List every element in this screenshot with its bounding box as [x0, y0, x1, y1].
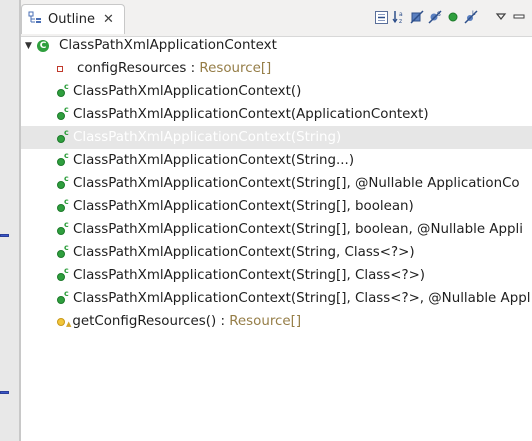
constructor-badge-icon: c [64, 197, 69, 206]
link-with-editor-icon[interactable] [482, 10, 490, 24]
method-label: getConfigResources() : Resource[] [72, 314, 302, 329]
tab-outline[interactable]: Outline ✕ [21, 4, 125, 34]
left-panel-edge [0, 0, 20, 441]
collapse-all-icon[interactable] [374, 10, 388, 24]
constructor-badge-icon: c [64, 174, 69, 183]
constructor-label: ClassPathXmlApplicationContext() [73, 84, 302, 99]
constructor-label: ClassPathXmlApplicationContext(String...… [73, 153, 355, 168]
tab-bar: Outline ✕ az S L [21, 0, 532, 37]
svg-text:a: a [399, 11, 403, 18]
outline-icon [28, 11, 42, 29]
chevron-down-icon[interactable]: ▼ [25, 41, 37, 51]
constructor-label: ClassPathXmlApplicationContext(String[],… [73, 199, 414, 214]
protected-method-icon [57, 317, 65, 326]
class-name: ClassPathXmlApplicationContext [59, 38, 277, 53]
constructor-badge-icon: c [64, 151, 69, 160]
outline-view: Outline ✕ az S L [20, 0, 532, 441]
view-toolbar: az S L [374, 8, 526, 26]
constructor-badge-icon: c [64, 289, 69, 298]
class-icon: C [37, 39, 49, 52]
overview-ruler-mark[interactable] [0, 234, 9, 237]
constructor-label: ClassPathXmlApplicationContext(String) [73, 130, 342, 145]
constructor-badge-icon: c [64, 220, 69, 229]
tree-constructor-row[interactable]: c ClassPathXmlApplicationContext(String,… [21, 241, 532, 264]
constructor-label: ClassPathXmlApplicationContext(Applicati… [73, 107, 429, 122]
tree-constructor-row[interactable]: c ClassPathXmlApplicationContext(String[… [21, 287, 532, 310]
hide-fields-icon[interactable] [410, 10, 424, 24]
svg-text:z: z [399, 18, 402, 24]
constructor-label: ClassPathXmlApplicationContext(String, C… [73, 245, 415, 260]
constructor-label: ClassPathXmlApplicationContext(String[],… [73, 222, 523, 237]
hide-static-icon[interactable]: S [428, 10, 442, 24]
tree-method-row[interactable]: ▲ getConfigResources() : Resource[] [21, 310, 532, 333]
tree-constructor-row[interactable]: c ClassPathXmlApplicationContext(String[… [21, 264, 532, 287]
tab-label: Outline [48, 12, 96, 27]
constructor-label: ClassPathXmlApplicationContext(String[],… [73, 268, 426, 283]
tree-field-row[interactable]: configResources : Resource[] [21, 57, 532, 80]
tree-constructor-row[interactable]: c ClassPathXmlApplicationContext(String[… [21, 218, 532, 241]
constructor-label: ClassPathXmlApplicationContext(String[],… [73, 176, 520, 191]
minimize-icon[interactable] [512, 10, 526, 24]
override-triangle-icon: ▲ [66, 319, 72, 328]
sort-az-icon[interactable]: az [392, 10, 406, 24]
tree-constructor-row[interactable]: c ClassPathXmlApplicationContext() [21, 80, 532, 103]
outline-tree[interactable]: ▼ C ClassPathXmlApplicationContext confi… [21, 34, 532, 333]
tree-constructor-row[interactable]: c ClassPathXmlApplicationContext(String[… [21, 195, 532, 218]
field-label: configResources : Resource[] [77, 61, 272, 76]
constructor-badge-icon: c [64, 266, 69, 275]
constructor-badge-icon: c [64, 82, 69, 91]
tree-constructor-row[interactable]: c ClassPathXmlApplicationContext(Applica… [21, 103, 532, 126]
view-menu-icon[interactable] [494, 10, 508, 24]
tree-root-row[interactable]: ▼ C ClassPathXmlApplicationContext [21, 34, 532, 57]
close-icon[interactable]: ✕ [103, 13, 114, 26]
hide-local-types-icon[interactable]: L [464, 10, 478, 24]
tree-constructor-row[interactable]: c ClassPathXmlApplicationContext(String.… [21, 149, 532, 172]
hide-non-public-icon[interactable] [446, 10, 460, 24]
overview-ruler-mark[interactable] [0, 391, 9, 394]
constructor-badge-icon: c [64, 243, 69, 252]
tree-constructor-row-selected[interactable]: c ClassPathXmlApplicationContext(String) [21, 126, 532, 149]
constructor-badge-icon: c [64, 128, 69, 137]
tree-constructor-row[interactable]: c ClassPathXmlApplicationContext(String[… [21, 172, 532, 195]
constructor-label: ClassPathXmlApplicationContext(String[],… [73, 291, 531, 306]
constructor-badge-icon: c [64, 105, 69, 114]
private-field-icon [57, 65, 63, 72]
